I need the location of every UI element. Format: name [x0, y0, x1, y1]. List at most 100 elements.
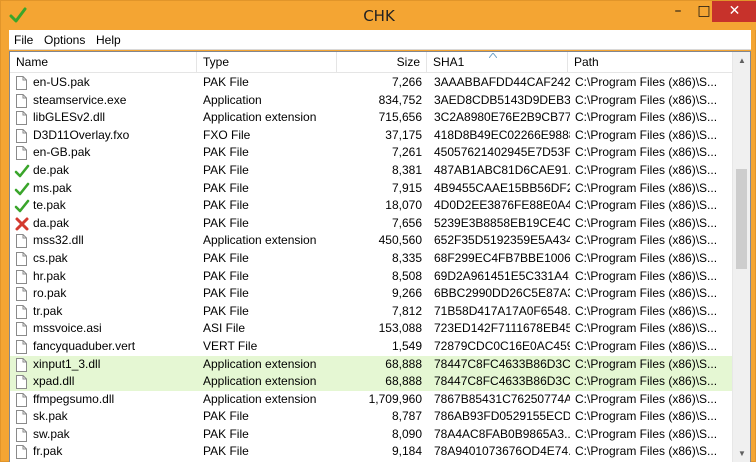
file-size: 8,335 [391, 250, 422, 265]
table-row[interactable]: de.pak PAK File 8,381 487AB1ABC81D6CAE91...… [10, 162, 732, 180]
file-path: C:\Program Files (x86)\S... [575, 391, 718, 406]
file-size: 8,787 [391, 409, 422, 424]
sort-ascending-icon [489, 53, 497, 58]
file-path: C:\Program Files (x86)\S... [575, 127, 718, 142]
file-type: Application [203, 92, 262, 107]
file-path: C:\Program Files (x86)\S... [575, 110, 718, 125]
file-list[interactable]: Name Type Size SHA1 Path en-US.pak PAK Fi… [9, 51, 751, 462]
table-row[interactable]: hr.pak PAK File 8,508 69D2A961451E5C331A4..… [10, 268, 732, 286]
file-name: ro.pak [33, 286, 67, 301]
file-type: PAK File [203, 145, 249, 160]
file-size: 7,261 [391, 145, 422, 160]
table-row[interactable]: ms.pak PAK File 7,915 4B9455CAAE15BB56DF2..… [10, 180, 732, 198]
file-size: 37,175 [385, 127, 422, 142]
table-row[interactable]: sw.pak PAK File 8,090 78A4AC8FAB0B9865A3...… [10, 426, 732, 444]
close-button[interactable]: ✕ [712, 1, 756, 22]
file-size: 7,812 [391, 303, 422, 318]
table-row[interactable]: mss32.dll Application extension 450,560 652… [10, 232, 732, 250]
menu-options[interactable]: Options [44, 33, 85, 47]
file-size: 715,656 [378, 110, 422, 125]
rows-container: en-US.pak PAK File 7,266 3AAABBAFDD44CAF242… [10, 74, 732, 461]
file-size: 9,184 [391, 444, 422, 459]
file-icon [14, 303, 30, 321]
scrollbar-thumb[interactable] [736, 169, 747, 269]
file-icon [14, 109, 30, 127]
file-sha1: 3AED8CDB5143D9DEB3... [434, 92, 570, 107]
file-icon [14, 373, 30, 391]
file-size: 7,656 [391, 215, 422, 230]
menu-file[interactable]: File [14, 33, 33, 47]
file-size: 68,888 [385, 374, 422, 389]
file-sha1: 487AB1ABC81D6CAE91... [434, 162, 570, 177]
window-title: CHK [363, 7, 395, 25]
table-row[interactable]: en-GB.pak PAK File 7,261 45057621402945E7D5… [10, 144, 732, 162]
table-row[interactable]: ffmpegsumo.dll Application extension 1,709… [10, 391, 732, 409]
table-row[interactable]: sk.pak PAK File 8,787 786AB93FD0529155ECD..… [10, 408, 732, 426]
minimize-button[interactable]: – [665, 1, 691, 22]
scroll-down-icon[interactable]: ▼ [733, 445, 750, 462]
file-sha1: 7867B85431C76250774A... [434, 391, 570, 406]
file-sha1: 72879CDC0C16E0AC459... [434, 338, 570, 353]
file-name: xinput1_3.dll [33, 356, 101, 371]
table-row[interactable]: steamservice.exe Application 834,752 3AED8C… [10, 92, 732, 110]
table-row[interactable]: libGLESv2.dll Application extension 715,65… [10, 109, 732, 127]
table-row[interactable]: ro.pak PAK File 9,266 6BBC2990DD26C5E87A3..… [10, 285, 732, 303]
file-sha1: 723ED142F7111678EB45... [434, 321, 570, 336]
file-type: PAK File [203, 303, 249, 318]
file-path: C:\Program Files (x86)\S... [575, 356, 718, 371]
file-icon [14, 144, 30, 162]
scroll-up-icon[interactable]: ▲ [733, 52, 750, 69]
column-size[interactable]: Size [337, 52, 427, 73]
file-name: de.pak [33, 162, 70, 177]
vertical-scrollbar[interactable]: ▲ ▼ [732, 52, 750, 462]
file-icon [14, 356, 30, 374]
table-row[interactable]: fr.pak PAK File 9,184 78A9401073676OD4E74..… [10, 443, 732, 461]
file-path: C:\Program Files (x86)\S... [575, 180, 718, 195]
table-row[interactable]: cs.pak PAK File 8,335 68F299EC4FB7BBE10067.… [10, 250, 732, 268]
table-row[interactable]: tr.pak PAK File 7,812 71B58D417A17A0F6548..… [10, 303, 732, 321]
file-name: steamservice.exe [33, 92, 127, 107]
file-name: da.pak [33, 215, 70, 230]
file-size: 8,090 [391, 426, 422, 441]
file-path: C:\Program Files (x86)\S... [575, 215, 718, 230]
column-name[interactable]: Name [10, 52, 197, 73]
file-path: C:\Program Files (x86)\S... [575, 321, 718, 336]
file-name: fr.pak [33, 444, 63, 459]
file-path: C:\Program Files (x86)\S... [575, 426, 718, 441]
table-row[interactable]: da.pak PAK File 7,656 5239E3B8858EB19CE4C2.… [10, 215, 732, 233]
title-bar[interactable]: CHK – □ ✕ [1, 1, 756, 30]
file-type: FXO File [203, 127, 251, 142]
file-type: PAK File [203, 250, 249, 265]
file-icon [14, 391, 30, 409]
file-size: 834,752 [378, 92, 422, 107]
file-path: C:\Program Files (x86)\S... [575, 250, 718, 265]
table-row[interactable]: en-US.pak PAK File 7,266 3AAABBAFDD44CAF242… [10, 74, 732, 92]
table-row[interactable]: te.pak PAK File 18,070 4D0D2EE3876FE88E0A45… [10, 197, 732, 215]
menu-help[interactable]: Help [96, 33, 121, 47]
file-icon [14, 443, 30, 461]
file-sha1: 68F299EC4FB7BBE10067... [434, 250, 570, 265]
file-type: Application extension [203, 391, 317, 406]
file-size: 1,549 [391, 338, 422, 353]
file-path: C:\Program Files (x86)\S... [575, 75, 718, 89]
file-name: fancyquaduber.vert [33, 338, 136, 353]
column-path[interactable]: Path [568, 52, 732, 73]
file-path: C:\Program Files (x86)\S... [575, 303, 718, 318]
file-name: te.pak [33, 198, 66, 213]
file-name: sw.pak [33, 426, 70, 441]
file-icon [14, 250, 30, 268]
table-row[interactable]: xinput1_3.dll Application extension 68,888… [10, 355, 732, 374]
cross-icon [14, 215, 30, 233]
file-path: C:\Program Files (x86)\S... [575, 286, 718, 301]
column-sha1[interactable]: SHA1 [427, 52, 568, 73]
table-row[interactable]: fancyquaduber.vert VERT File 1,549 72879CDC… [10, 338, 732, 356]
check-icon [14, 180, 30, 198]
table-row[interactable]: xpad.dll Application extension 68,888 78447… [10, 373, 732, 391]
table-row[interactable]: D3D11Overlay.fxo FXO File 37,175 418D8B49EC… [10, 127, 732, 145]
file-icon [14, 74, 30, 92]
column-type[interactable]: Type [197, 52, 337, 73]
table-row[interactable]: mssvoice.asi ASI File 153,088 723ED142F7111… [10, 320, 732, 338]
file-path: C:\Program Files (x86)\S... [575, 145, 718, 160]
file-name: mss32.dll [33, 233, 84, 248]
file-name: tr.pak [33, 303, 63, 318]
